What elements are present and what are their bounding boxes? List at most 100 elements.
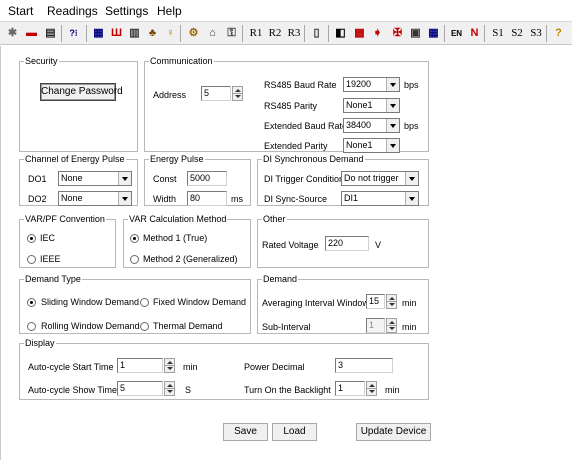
sub-interval-unit: min bbox=[402, 322, 417, 332]
neutral-n-button[interactable]: N bbox=[466, 25, 483, 42]
bar-chart-icon[interactable]: ▦ bbox=[90, 25, 107, 42]
autocycle-show-unit: S bbox=[185, 385, 192, 395]
address-input[interactable]: 5 bbox=[201, 86, 231, 101]
relay-2-button[interactable]: R2 bbox=[265, 25, 285, 42]
update-device-button[interactable]: Update Device bbox=[356, 423, 431, 441]
chevron-down-icon bbox=[386, 139, 399, 152]
lock-icon[interactable]: ⚿ bbox=[223, 25, 240, 42]
chevron-down-icon bbox=[118, 172, 131, 185]
sample-2-button[interactable]: S2 bbox=[507, 25, 527, 42]
rs485-parity-select[interactable]: None1 bbox=[343, 98, 400, 113]
meter-icon[interactable]: ▤ bbox=[42, 25, 59, 42]
bulb-icon[interactable]: ♀ bbox=[162, 25, 179, 42]
autocycle-show-input[interactable]: 5 bbox=[117, 381, 163, 396]
do2-select[interactable]: None bbox=[58, 191, 132, 206]
toolbar-separator bbox=[180, 25, 181, 42]
gear-icon[interactable]: ⚙ bbox=[185, 25, 202, 42]
ext-baud-value: 38400 bbox=[346, 120, 372, 130]
display-group: Display Auto-cycle Start Time 1 min Auto… bbox=[19, 338, 429, 400]
menu-start[interactable]: Start bbox=[8, 4, 33, 18]
relay-3-button[interactable]: R3 bbox=[284, 25, 304, 42]
alarm-icon[interactable]: ✠ bbox=[389, 25, 406, 42]
sample-1-button[interactable]: S1 bbox=[488, 25, 508, 42]
address-label: Address bbox=[153, 90, 187, 100]
rs485-baud-select[interactable]: 19200 bbox=[343, 77, 400, 92]
autocycle-show-spinner[interactable] bbox=[164, 381, 175, 396]
method1-label: Method 1 (True) bbox=[143, 233, 208, 243]
rs485-baud-label: RS485 Baud Rate bbox=[264, 80, 337, 90]
change-password-button[interactable]: Change Password bbox=[40, 83, 123, 101]
ext-parity-select[interactable]: None1 bbox=[343, 138, 400, 153]
var-calc-method-group: VAR Calculation Method Method 1 (True) M… bbox=[123, 214, 251, 268]
autocycle-start-spinner[interactable] bbox=[164, 358, 175, 373]
channel-energy-pulse-group: Channel of Energy Pulse DO1 None DO2 Non… bbox=[19, 154, 138, 206]
width-input[interactable]: 80 bbox=[187, 191, 227, 206]
address-spinner[interactable] bbox=[232, 86, 243, 101]
sub-interval-spinner[interactable] bbox=[386, 318, 397, 333]
iec-radio[interactable] bbox=[27, 234, 36, 243]
table-icon[interactable]: ▥ bbox=[126, 25, 143, 42]
fixed-window-radio[interactable] bbox=[140, 298, 149, 307]
avg-interval-spinner[interactable] bbox=[386, 294, 397, 309]
relay-1-button[interactable]: R1 bbox=[246, 25, 266, 42]
avg-interval-input[interactable]: 15 bbox=[366, 294, 385, 309]
var-calc-method-legend: VAR Calculation Method bbox=[128, 214, 228, 224]
rated-voltage-input[interactable]: 220 bbox=[325, 236, 369, 251]
avg-interval-label: Averaging Interval Window bbox=[262, 298, 369, 308]
toolbar-separator bbox=[61, 25, 62, 42]
thermal-demand-radio[interactable] bbox=[140, 322, 149, 331]
device-icon[interactable]: ▬ bbox=[23, 25, 40, 42]
chart-icon[interactable]: ▩ bbox=[351, 25, 368, 42]
toolbar-separator bbox=[484, 25, 485, 42]
toolbar-separator bbox=[304, 25, 305, 42]
tree-icon[interactable]: ♣ bbox=[144, 25, 161, 42]
grid-icon[interactable]: ▦ bbox=[425, 25, 442, 42]
database-icon[interactable]: ▣ bbox=[407, 25, 424, 42]
house-icon[interactable]: ⌂ bbox=[204, 25, 221, 42]
save-icon[interactable]: ◧ bbox=[332, 25, 349, 42]
sliding-window-radio[interactable] bbox=[27, 298, 36, 307]
di-trigger-select[interactable]: Do not trigger bbox=[341, 171, 419, 186]
load-button[interactable]: Load bbox=[272, 423, 317, 441]
bps-unit: bps bbox=[404, 121, 419, 131]
fixed-window-label: Fixed Window Demand bbox=[153, 297, 247, 307]
demand-type-group: Demand Type Sliding Window Demand Fixed … bbox=[19, 274, 251, 334]
sliding-window-label: Sliding Window Demand bbox=[41, 297, 140, 307]
save-button[interactable]: Save bbox=[223, 423, 268, 441]
question-icon[interactable]: ? bbox=[550, 25, 567, 42]
tool-icon[interactable]: ✱ bbox=[4, 25, 21, 42]
energy-en-button[interactable]: EN bbox=[448, 25, 465, 42]
settings-panel: Security Change Password Communication A… bbox=[0, 46, 572, 460]
ieee-radio[interactable] bbox=[27, 255, 36, 264]
thermal-demand-label: Thermal Demand bbox=[153, 321, 223, 331]
help-icon[interactable]: ?⁝ bbox=[65, 25, 82, 42]
document-icon[interactable]: ▯ bbox=[308, 25, 325, 42]
method1-radio[interactable] bbox=[130, 234, 139, 243]
power-decimal-input[interactable]: 3 bbox=[335, 358, 393, 373]
di-sync-demand-legend: DI Synchronous Demand bbox=[262, 154, 365, 164]
chevron-down-icon bbox=[405, 192, 418, 205]
rolling-window-radio[interactable] bbox=[27, 322, 36, 331]
di-source-select[interactable]: DI1 bbox=[341, 191, 419, 206]
const-input[interactable]: 5000 bbox=[187, 171, 227, 186]
sub-interval-input[interactable]: 1 bbox=[366, 318, 385, 333]
export-icon[interactable]: ➧ bbox=[369, 25, 386, 42]
bps-unit: bps bbox=[404, 80, 419, 90]
method2-radio[interactable] bbox=[130, 255, 139, 264]
menu-readings[interactable]: Readings bbox=[47, 4, 98, 18]
chevron-down-icon bbox=[405, 172, 418, 185]
backlight-spinner[interactable] bbox=[366, 381, 377, 396]
sample-3-button[interactable]: S3 bbox=[526, 25, 546, 42]
autocycle-start-input[interactable]: 1 bbox=[117, 358, 163, 373]
autocycle-start-label: Auto-cycle Start Time bbox=[28, 362, 114, 372]
energy-icon[interactable]: Ш bbox=[108, 25, 125, 42]
do1-select[interactable]: None bbox=[58, 171, 132, 186]
ext-baud-select[interactable]: 38400 bbox=[343, 118, 400, 133]
menu-bar: Start Readings Settings Help bbox=[0, 0, 572, 20]
width-label: Width bbox=[153, 194, 177, 204]
menu-settings[interactable]: Settings bbox=[105, 4, 148, 18]
di-trigger-label: DI Trigger Condition bbox=[264, 174, 345, 184]
backlight-input[interactable]: 1 bbox=[335, 381, 365, 396]
menu-help[interactable]: Help bbox=[157, 4, 182, 18]
backlight-label: Turn On the Backlight bbox=[244, 385, 331, 395]
